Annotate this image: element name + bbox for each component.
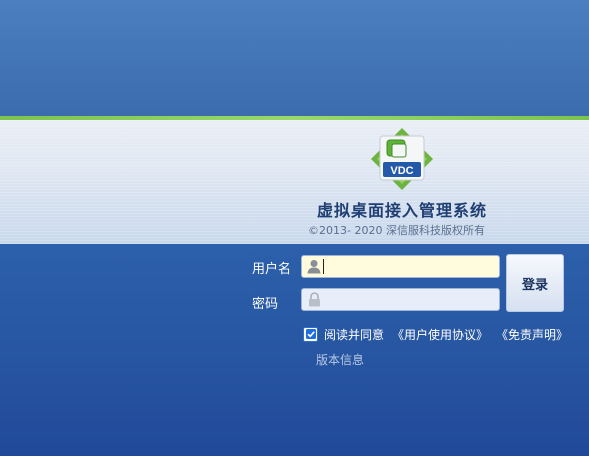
- username-label: 用户名: [252, 262, 292, 277]
- login-button[interactable]: 登录: [506, 254, 564, 312]
- header-background: [0, 0, 589, 117]
- check-icon: [305, 329, 316, 339]
- title-banner: [0, 120, 589, 244]
- app-title: 虚拟桌面接入管理系统: [317, 201, 488, 220]
- version-info-link[interactable]: 版本信息: [316, 351, 364, 368]
- agree-checkbox[interactable]: [303, 326, 318, 342]
- username-input[interactable]: [323, 259, 499, 274]
- password-field[interactable]: [301, 288, 500, 311]
- username-field[interactable]: [301, 255, 500, 278]
- agree-text: 阅读并同意: [324, 327, 385, 342]
- copyright-text: ©2013- 2020 深信服科技版权所有: [308, 224, 485, 237]
- lock-icon: [305, 291, 323, 309]
- login-panel: [0, 244, 589, 456]
- password-label: 密码: [252, 297, 279, 312]
- user-icon: [305, 258, 323, 276]
- password-input[interactable]: [323, 290, 499, 309]
- disclaimer-link[interactable]: 《免责声明》: [496, 326, 568, 343]
- agreement-row: 阅读并同意 《用户使用协议》 《免责声明》: [301, 325, 568, 343]
- logo-text: VDC: [390, 165, 413, 177]
- vdc-logo-icon: VDC: [371, 128, 433, 190]
- user-agreement-link[interactable]: 《用户使用协议》: [392, 326, 488, 343]
